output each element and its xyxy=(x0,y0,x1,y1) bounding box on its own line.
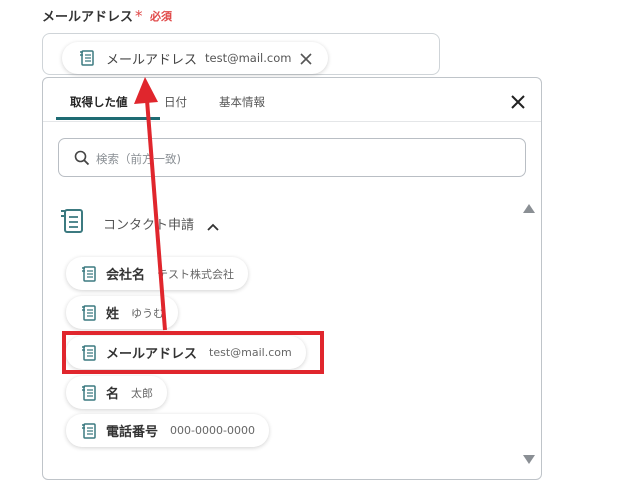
required-text: 必須 xyxy=(150,10,172,23)
selected-value-chip[interactable]: メールアドレス test@mail.com xyxy=(62,42,328,74)
scroll-down-icon[interactable] xyxy=(522,451,536,464)
item-label: 名 xyxy=(106,387,120,402)
scroll-up-icon[interactable] xyxy=(522,199,536,213)
list-item-company-name[interactable]: 会社名 テスト株式会社 xyxy=(66,257,249,290)
close-icon[interactable] xyxy=(299,51,313,65)
chevron-up-icon[interactable] xyxy=(206,217,220,231)
item-value: 太郎 xyxy=(131,386,154,400)
list-item-phone[interactable]: 電話番号 000-0000-0000 xyxy=(66,414,269,447)
form-icon xyxy=(80,304,98,322)
list-item-first-name[interactable]: 名 太郎 xyxy=(66,376,168,409)
list-item-last-name[interactable]: 姓 ゆうむ xyxy=(66,296,179,329)
item-label: 電話番号 xyxy=(106,425,159,440)
form-icon xyxy=(80,422,98,440)
chip-label: メールアドレス xyxy=(106,52,198,68)
tab-date[interactable]: 日付 xyxy=(164,94,187,110)
chip-value: test@mail.com xyxy=(205,51,292,65)
item-value: 000-0000-0000 xyxy=(170,424,255,437)
search-placeholder: 検索（前方一致) xyxy=(96,152,181,166)
item-value: ゆうむ xyxy=(131,306,165,320)
tab-acquired-values[interactable]: 取得した値 xyxy=(70,94,128,110)
item-label: 会社名 xyxy=(106,268,146,283)
item-label: 姓 xyxy=(106,307,120,322)
form-icon xyxy=(58,206,86,236)
tab-basic-info[interactable]: 基本情報 xyxy=(219,94,265,110)
form-icon xyxy=(78,49,96,67)
active-tab-indicator xyxy=(56,117,160,120)
search-icon xyxy=(74,150,90,166)
close-icon[interactable] xyxy=(509,93,527,111)
tab-divider xyxy=(43,121,541,122)
form-icon xyxy=(80,265,98,283)
form-icon xyxy=(80,384,98,402)
item-value: テスト株式会社 xyxy=(157,267,235,281)
group-header-label[interactable]: コンタクト申請 xyxy=(103,214,194,233)
field-label: メールアドレス xyxy=(42,10,134,25)
required-mark: * xyxy=(135,7,143,25)
annotation-highlight-box xyxy=(62,331,324,374)
